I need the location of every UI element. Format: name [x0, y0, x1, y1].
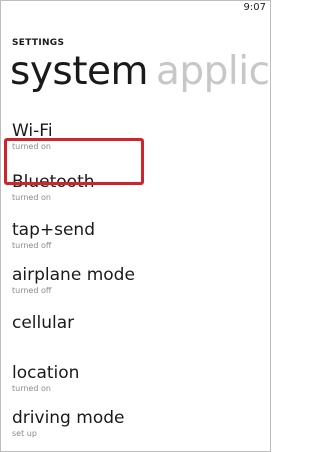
phone-screen: 9:07 SETTINGS systemapplica Wi-Fi turned…: [0, 0, 271, 452]
settings-item-airplane-mode[interactable]: airplane mode turned off: [12, 265, 262, 296]
settings-item-cellular[interactable]: cellular: [12, 313, 262, 334]
item-subtitle: turned off: [12, 241, 52, 250]
item-title: airplane mode: [12, 265, 135, 285]
highlight-box: [4, 138, 144, 185]
status-time: 9:07: [243, 2, 266, 13]
item-subtitle: turned on: [12, 193, 51, 202]
item-title: tap+send: [12, 220, 95, 240]
page-header: SETTINGS: [12, 38, 65, 48]
settings-item-location[interactable]: location turned on: [12, 363, 262, 394]
pivot-tab-applications[interactable]: applica: [156, 49, 270, 94]
item-subtitle: turned off: [12, 286, 52, 295]
pivot-tab-system[interactable]: system: [10, 49, 149, 94]
item-subtitle: set up: [12, 429, 37, 438]
item-title: driving mode: [12, 408, 125, 428]
settings-item-tap-send[interactable]: tap+send turned off: [12, 220, 262, 251]
item-title: location: [12, 363, 80, 383]
settings-item-driving-mode[interactable]: driving mode set up: [12, 408, 262, 439]
pivot-header: systemapplica: [10, 49, 270, 95]
status-bar: 9:07: [244, 1, 266, 19]
item-subtitle: turned on: [12, 384, 51, 393]
item-title: cellular: [12, 313, 75, 333]
